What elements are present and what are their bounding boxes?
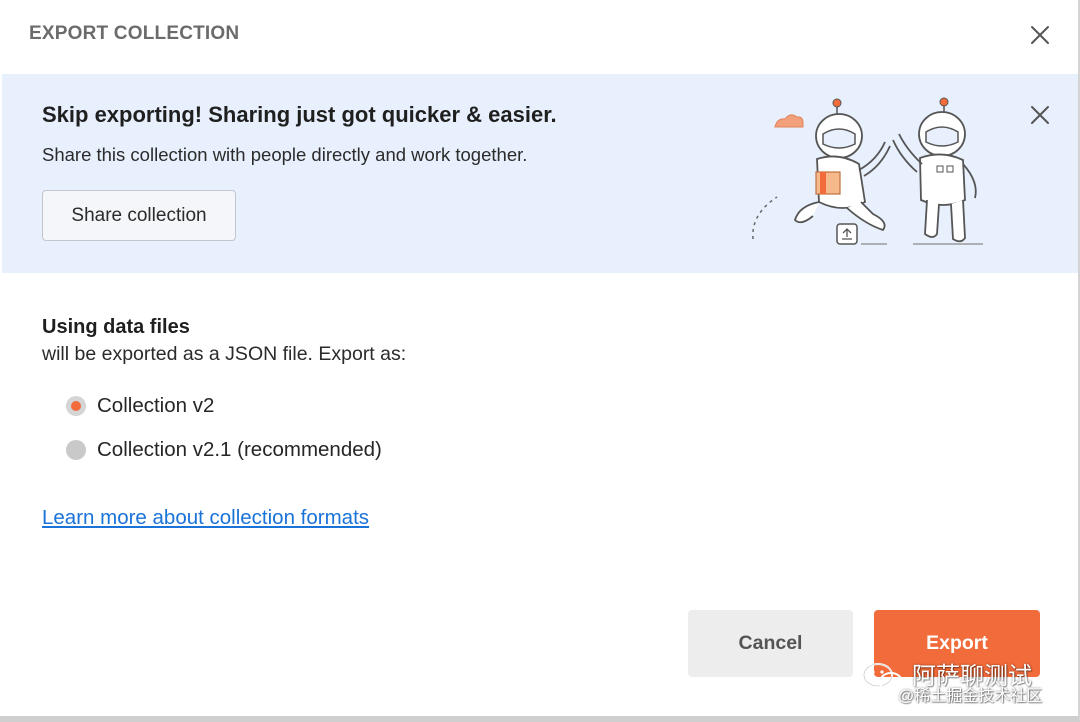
cancel-button[interactable]: Cancel [688, 610, 853, 677]
radio-label: Collection v2.1 (recommended) [97, 438, 382, 461]
share-collection-button[interactable]: Share collection [42, 190, 236, 241]
format-description: will be exported as a JSON file. Export … [42, 343, 407, 365]
banner-close-icon[interactable] [1028, 103, 1052, 127]
dialog-header: EXPORT COLLECTION [0, 0, 1078, 70]
export-collection-dialog: EXPORT COLLECTION Skip exporting! Sharin… [0, 0, 1080, 722]
radio-collection-v2[interactable]: Collection v2 [66, 394, 214, 418]
share-banner: Skip exporting! Sharing just got quicker… [2, 74, 1078, 273]
learn-more-link[interactable]: Learn more about collection formats [42, 506, 369, 530]
radio-label: Collection v2 [97, 394, 215, 417]
banner-subtitle: Share this collection with people direct… [42, 144, 528, 165]
export-button[interactable]: Export [874, 610, 1040, 677]
watermark-subtitle: @稀土掘金技术社区 [898, 688, 1043, 705]
dialog-close-icon[interactable] [1028, 23, 1052, 47]
astronauts-sharing-illustration [747, 94, 997, 264]
radio-collection-v2-1[interactable]: Collection v2.1 (recommended) [66, 438, 382, 462]
dialog-title: EXPORT COLLECTION [29, 23, 240, 44]
radio-selected-icon[interactable] [66, 396, 86, 416]
format-heading: Using data files [42, 316, 190, 338]
radio-unselected-icon[interactable] [66, 440, 86, 460]
banner-title: Skip exporting! Sharing just got quicker… [42, 102, 557, 127]
